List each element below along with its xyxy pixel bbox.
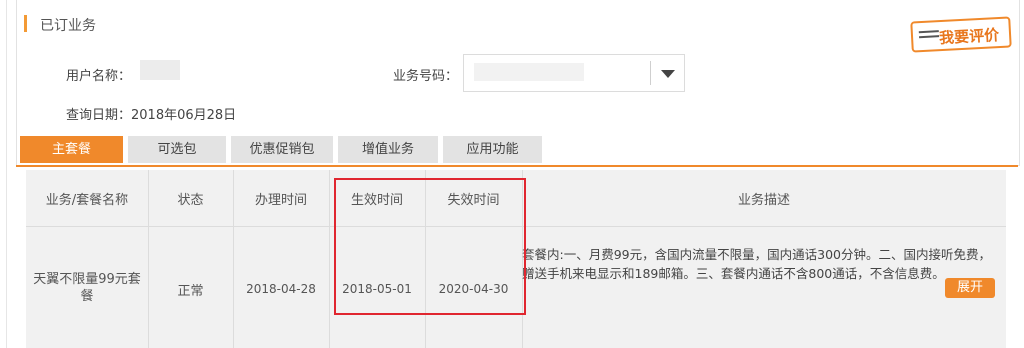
tab-optional-package[interactable]: 可选包 xyxy=(128,136,226,163)
tab-value-added[interactable]: 增值业务 xyxy=(338,136,438,163)
tab-main-package[interactable]: 主套餐 xyxy=(20,136,123,163)
section-title: 已订业务 xyxy=(40,18,96,34)
section-accent-bar xyxy=(24,15,27,32)
header-status: 状态 xyxy=(177,193,204,208)
date-columns-highlight xyxy=(334,178,526,315)
tab-promotion-package[interactable]: 优惠促销包 xyxy=(231,136,333,163)
service-number-label: 业务号码： xyxy=(393,69,459,84)
rate-button-label: 我要评价 xyxy=(938,26,1000,48)
service-number-select[interactable] xyxy=(463,54,685,92)
user-name-value-redacted xyxy=(140,60,180,80)
user-name-label: 用户名称： xyxy=(66,69,132,84)
header-handle-time: 办理时间 xyxy=(254,193,307,208)
query-date-label: 查询日期：2018年06月28日 xyxy=(66,108,237,123)
tab-app-features[interactable]: 应用功能 xyxy=(443,136,542,163)
package-tabs: 主套餐 可选包 优惠促销包 增值业务 应用功能 xyxy=(16,135,1018,167)
package-description: 套餐内:一、月费99元，含国内流量不限量，国内通话300分钟。二、国内接听免费，… xyxy=(522,247,991,281)
chevron-down-icon[interactable] xyxy=(661,70,675,78)
page-left-border xyxy=(6,0,7,348)
handle-time-value: 2018-04-28 xyxy=(246,282,316,296)
package-name: 天翼不限量99元套餐 xyxy=(33,272,141,304)
select-divider xyxy=(650,61,651,85)
header-name: 业务/套餐名称 xyxy=(45,193,129,208)
rate-service-button[interactable]: 我要评价 xyxy=(910,16,1012,53)
service-number-value-redacted xyxy=(474,63,584,81)
header-description: 业务描述 xyxy=(737,193,790,208)
package-status: 正常 xyxy=(177,284,204,299)
expand-button[interactable]: 展开 xyxy=(945,278,995,298)
pen-lines-icon xyxy=(918,30,940,45)
query-date-value: 2018年06月28日 xyxy=(131,108,237,123)
